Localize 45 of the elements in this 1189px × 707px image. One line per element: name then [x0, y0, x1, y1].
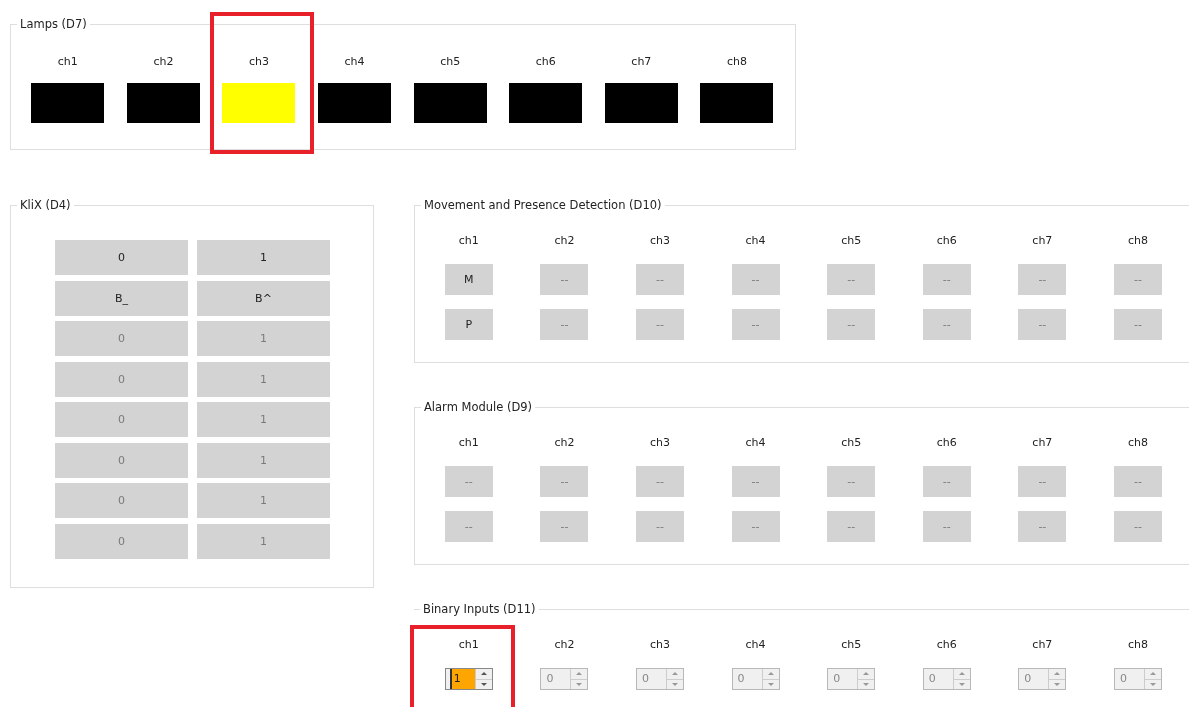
channel-label: ch5 [841, 436, 862, 450]
group-title: Lamps (D7) [19, 17, 88, 31]
channel-label: ch4 [745, 234, 766, 248]
channel-label: ch2 [153, 55, 174, 69]
channel-label: ch3 [248, 55, 269, 69]
channel-label: ch8 [1127, 436, 1148, 450]
channel-label: ch2 [554, 234, 575, 248]
channel-label: ch7 [631, 55, 652, 69]
klix-button[interactable]: B_ [55, 280, 188, 316]
channel-label: ch6 [936, 234, 957, 248]
channel-button[interactable]: P [444, 309, 493, 340]
channel-label: ch8 [1127, 234, 1148, 248]
channel-label: ch1 [57, 55, 78, 69]
group-title: KliX (D4) [19, 198, 72, 212]
channel-label: ch4 [745, 436, 766, 450]
channel-label: ch3 [649, 436, 670, 450]
group-title: Binary Inputs (D11) [422, 602, 537, 616]
channel-label: ch7 [1032, 234, 1053, 248]
channel-label: ch5 [440, 55, 461, 69]
klix-button[interactable]: B^ [197, 280, 330, 316]
channel-label: ch1 [458, 436, 479, 450]
group-title: Movement and Presence Detection (D10) [423, 198, 663, 212]
channel-label: ch8 [1127, 638, 1148, 652]
spin-down-button[interactable] [475, 678, 492, 689]
channel-label: ch3 [649, 234, 670, 248]
channel-button[interactable]: M [444, 264, 493, 295]
channel-label: ch5 [841, 234, 862, 248]
channel-label: ch8 [726, 55, 747, 69]
klix-button[interactable]: 0 [55, 240, 188, 275]
channel-label: ch7 [1032, 436, 1053, 450]
channel-label: ch7 [1032, 638, 1053, 652]
channel-label: ch1 [458, 234, 479, 248]
klix-button[interactable]: 1 [197, 240, 330, 275]
group-title: Alarm Module (D9) [423, 400, 534, 414]
channel-label: ch1 [458, 638, 479, 652]
channel-label: ch2 [554, 638, 575, 652]
channel-label: ch5 [841, 638, 862, 652]
channel-label: ch6 [535, 55, 556, 69]
spin-field[interactable]: 1 [449, 669, 475, 689]
channel-label: ch2 [554, 436, 575, 450]
channel-label: ch3 [649, 638, 670, 652]
channel-label: ch4 [344, 55, 365, 69]
channel-label: ch6 [936, 436, 957, 450]
channel-label: ch4 [745, 638, 766, 652]
channel-label: ch6 [936, 638, 957, 652]
